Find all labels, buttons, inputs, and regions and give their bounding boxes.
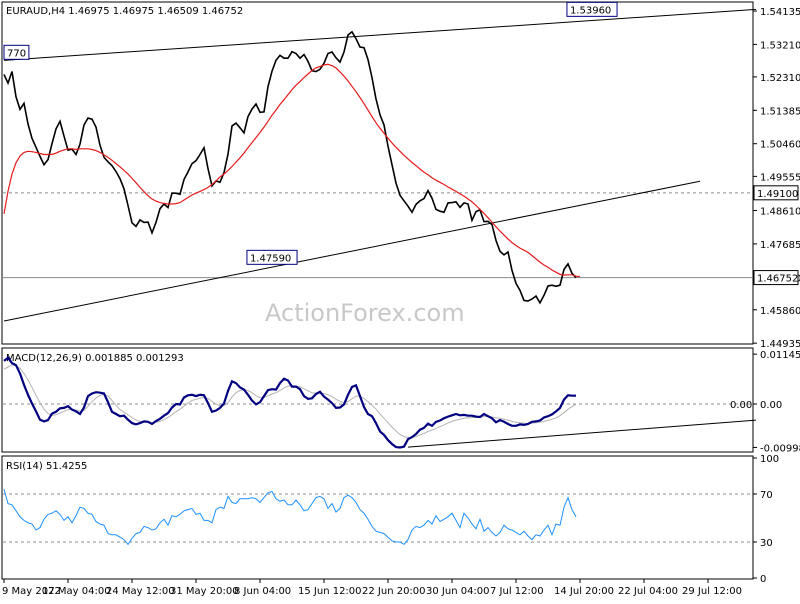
x-tick-label-1: 17 May 04:00 xyxy=(42,586,111,597)
x-tick-label-9: 14 Jul 20:00 xyxy=(554,586,614,597)
price-tick-label-9: 1.45860 xyxy=(760,306,800,317)
x-tick-label-7: 30 Jun 04:00 xyxy=(426,586,490,597)
rsi-tick-label-1: 70 xyxy=(760,490,773,501)
x-tick-label-8: 7 Jul 12:00 xyxy=(490,586,544,597)
x-tick-label-5: 15 Jun 12:00 xyxy=(298,586,362,597)
chart-header: EURAUD,H4 1.46975 1.46975 1.46509 1.4675… xyxy=(6,6,243,17)
price-tick-label-4: 1.50460 xyxy=(760,140,800,151)
rsi-title: RSI(14) 51.4255 xyxy=(6,461,87,472)
rsi-tick-label-0: 100 xyxy=(760,454,779,465)
x-tick-label-4: 8 Jun 04:00 xyxy=(234,586,291,597)
level-tag: 1.49100 xyxy=(757,189,798,200)
price-tick-label-3: 1.51385 xyxy=(760,106,800,117)
price-tick-label-6: 1.48610 xyxy=(760,207,800,218)
watermark: ActionForex.com xyxy=(265,299,465,327)
macd-tick-label-2: -0.009985 xyxy=(760,443,800,454)
price-tick-label-1: 1.53210 xyxy=(760,40,800,51)
macd-zero-label: 0.00 xyxy=(730,400,752,411)
price-tick-label-0: 1.54135 xyxy=(760,7,800,18)
price-tick-label-10: 1.44935 xyxy=(760,339,800,350)
macd-title: MACD(12,26,9) 0.001885 0.001293 xyxy=(6,353,184,364)
price-tick-label-7: 1.47685 xyxy=(760,240,800,251)
x-tick-label-10: 22 Jul 04:00 xyxy=(618,586,678,597)
x-tick-label-2: 24 May 12:00 xyxy=(106,586,175,597)
rsi-tick-label-3: 0 xyxy=(760,574,766,585)
x-tick-label-11: 29 Jul 12:00 xyxy=(682,586,742,597)
price-tick-label-5: 1.49555 xyxy=(760,172,800,183)
x-tick-label-3: 31 May 20:00 xyxy=(170,586,239,597)
annotation-1: 1.47590 xyxy=(250,253,291,264)
macd-tick-label-1: 0.00 xyxy=(760,400,782,411)
macd-tick-label-0: 0.01145 xyxy=(760,350,800,361)
price-tick-label-2: 1.52310 xyxy=(760,73,800,84)
annotation-2: 1.53960 xyxy=(570,5,611,16)
annotation-0: 770 xyxy=(7,48,26,59)
x-tick-label-6: 22 Jun 20:00 xyxy=(362,586,426,597)
last-price-tag: 1.46752 xyxy=(757,274,798,285)
euraud-chart: EURAUD,H4 1.46975 1.46975 1.46509 1.4675… xyxy=(0,0,800,600)
rsi-tick-label-2: 30 xyxy=(760,538,773,549)
